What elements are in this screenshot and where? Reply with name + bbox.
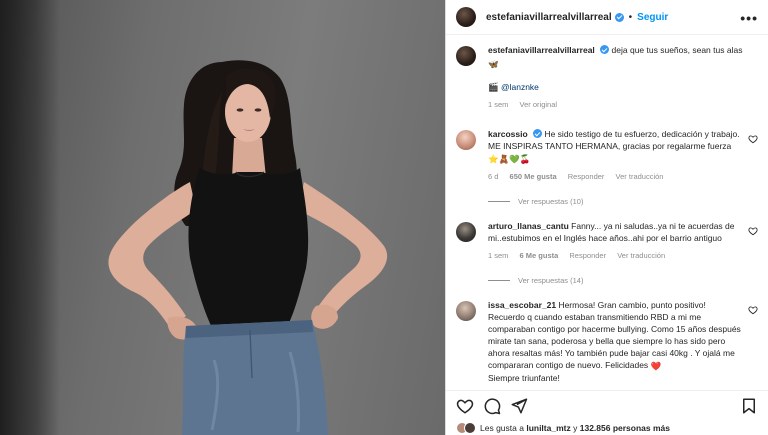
liker-avatar xyxy=(464,422,476,434)
comment-likes[interactable]: 650 Me gusta xyxy=(510,172,557,181)
reply-button[interactable]: Responder xyxy=(569,251,606,260)
comment-text: Hermosa! Gran cambio, punto positivo! Re… xyxy=(488,300,741,370)
verified-badge-icon xyxy=(600,45,610,54)
post-header: estefaniavillarrealvillarreal • Seguir •… xyxy=(446,0,768,35)
post-action-bar xyxy=(446,390,768,420)
caption-avatar[interactable] xyxy=(456,46,476,66)
clapper-emoji: 🎬 xyxy=(488,82,499,92)
caption-time[interactable]: 1 sem xyxy=(488,100,508,109)
model-figure xyxy=(108,60,388,435)
comment-username[interactable]: issa_escobar_21 xyxy=(488,300,556,310)
view-replies-label[interactable]: Ver respuestas (14) xyxy=(518,276,583,285)
verified-badge-icon xyxy=(533,129,543,138)
liker-username[interactable]: lunilta_mtz xyxy=(526,423,570,433)
separator-dot: • xyxy=(628,11,633,23)
comment-item: arturo_llanas_cantu Fanny... ya ni salud… xyxy=(456,220,758,262)
verified-badge-icon xyxy=(614,12,624,22)
like-comment-heart-icon[interactable] xyxy=(748,134,758,144)
author-avatar[interactable] xyxy=(456,7,476,27)
author-username[interactable]: estefaniavillarrealvillarreal xyxy=(486,12,612,23)
comment-item: karcossio He sido testigo de tu esfuerzo… xyxy=(456,128,758,183)
caption-emoji: 🦋 xyxy=(488,59,499,69)
save-bookmark-icon[interactable] xyxy=(740,397,758,415)
likes-summary[interactable]: Les gusta a lunilta_mtz y 132.856 person… xyxy=(456,422,670,434)
translate-link[interactable]: Ver traducción xyxy=(616,172,664,181)
comment-likes[interactable]: 6 Me gusta xyxy=(520,251,559,260)
replies-divider xyxy=(488,280,510,281)
more-options-icon[interactable]: ••• xyxy=(740,10,758,26)
like-comment-heart-icon[interactable] xyxy=(748,226,758,236)
commenter-avatar[interactable] xyxy=(456,301,476,321)
caption: estefaniavillarrealvillarreal deja que t… xyxy=(456,44,758,111)
comment-tail-text: Siempre triunfante! xyxy=(488,373,560,383)
follow-button[interactable]: Seguir xyxy=(637,12,668,23)
view-replies-button[interactable]: Ver respuestas (10) xyxy=(488,197,758,206)
caption-text: deja que tus sueños, sean tus alas xyxy=(611,45,743,55)
likes-text: Les gusta a lunilta_mtz y 132.856 person… xyxy=(480,423,670,433)
share-paper-plane-icon[interactable] xyxy=(510,397,528,415)
comment-username[interactable]: arturo_llanas_cantu xyxy=(488,221,569,231)
comment-emojis: ⭐🧸💚🍒 xyxy=(488,154,531,164)
likes-prefix: Les gusta a xyxy=(480,423,524,433)
translate-link[interactable]: Ver traducción xyxy=(617,251,665,260)
comment-bubble-icon[interactable] xyxy=(483,397,501,415)
like-comment-heart-icon[interactable] xyxy=(748,305,758,315)
likes-count[interactable]: 132.856 personas más xyxy=(580,423,670,433)
commenter-avatar[interactable] xyxy=(456,130,476,150)
caption-username[interactable]: estefaniavillarrealvillarreal xyxy=(488,45,595,55)
heart-emoji: ❤️ xyxy=(650,361,662,371)
comment-username[interactable]: karcossio xyxy=(488,129,528,139)
likes-conjunction: y xyxy=(573,423,578,433)
replies-divider xyxy=(488,201,510,202)
view-replies-label[interactable]: Ver respuestas (10) xyxy=(518,197,583,206)
post-side-panel: estefaniavillarrealvillarreal • Seguir •… xyxy=(445,0,768,435)
like-heart-icon[interactable] xyxy=(456,397,474,415)
commenter-avatar[interactable] xyxy=(456,222,476,242)
comments-list[interactable]: estefaniavillarrealvillarreal deja que t… xyxy=(446,36,768,388)
credit-mention-link[interactable]: @lanznke xyxy=(501,82,539,92)
post-viewer: estefaniavillarrealvillarreal • Seguir •… xyxy=(0,0,768,435)
comment-item: issa_escobar_21 Hermosa! Gran cambio, pu… xyxy=(456,299,758,384)
comment-time[interactable]: 6 d xyxy=(488,172,498,181)
comment-time[interactable]: 1 sem xyxy=(488,251,508,260)
see-original-link[interactable]: Ver original xyxy=(520,100,558,109)
reply-button[interactable]: Responder xyxy=(568,172,605,181)
post-photo[interactable] xyxy=(0,0,445,435)
view-replies-button[interactable]: Ver respuestas (14) xyxy=(488,276,758,285)
